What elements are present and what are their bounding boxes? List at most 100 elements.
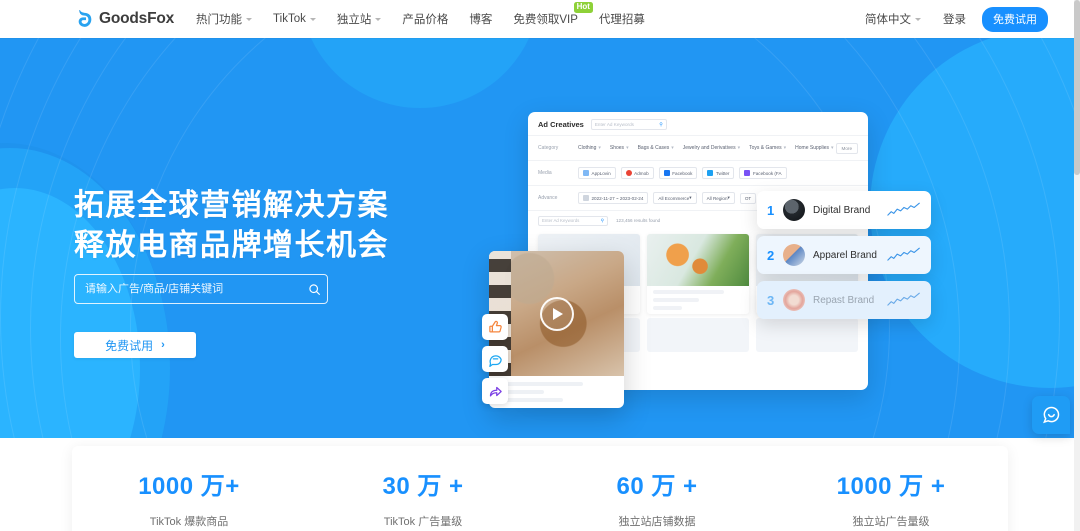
placeholder-line bbox=[653, 290, 725, 294]
avatar bbox=[783, 244, 805, 266]
other-filter-label: OT bbox=[744, 195, 752, 201]
language-label: 简体中文 bbox=[865, 14, 911, 26]
twitter-icon bbox=[707, 170, 714, 176]
applovin-icon bbox=[583, 170, 589, 176]
media-chip[interactable]: Admob bbox=[620, 167, 654, 179]
mockup-result-card[interactable] bbox=[647, 234, 749, 314]
search-icon: ⚲ bbox=[600, 217, 604, 223]
chevron-down-icon: ▾ bbox=[689, 195, 692, 200]
region-filter-label: All Region bbox=[706, 195, 728, 201]
filter-option[interactable]: Toys & Games ▾ bbox=[749, 145, 786, 151]
play-icon[interactable] bbox=[539, 296, 574, 331]
chevron-down-icon: ▾ bbox=[626, 145, 629, 151]
chevron-down-icon: ▾ bbox=[783, 145, 787, 151]
nav-right-group: 简体中文 登录 免费试用 bbox=[865, 6, 1048, 32]
date-range-label: 2022-11-27 ~ 2023-02-24 bbox=[591, 195, 644, 201]
comment-icon[interactable] bbox=[482, 346, 508, 372]
filter-option[interactable]: Bags & Cases ▾ bbox=[638, 145, 674, 151]
mockup-panel-title: Ad Creatives bbox=[538, 120, 584, 129]
chevron-down-icon bbox=[246, 17, 253, 21]
nav-item-free-vip[interactable]: 免费领取VIP Hot bbox=[513, 2, 593, 27]
results-count: 123,456 results found bbox=[616, 218, 661, 223]
rank-card[interactable]: 2 Apparel Brand bbox=[757, 236, 931, 274]
filter-option-label: Clothing bbox=[578, 145, 597, 151]
stats-card: 1000 万+ TikTok 爆款商品 30 万 + TikTok 广告量级 6… bbox=[72, 446, 1008, 531]
mockup-keyword-search[interactable]: Enter Ad Keywords ⚲ bbox=[590, 119, 667, 130]
share-icon[interactable] bbox=[482, 378, 508, 404]
filter-label: Media bbox=[538, 170, 552, 176]
nav-item-independent-site[interactable]: 独立站 bbox=[337, 11, 382, 27]
filter-option-label: Jewelry and Derivatives bbox=[682, 145, 736, 151]
hero-section: 拓展全球营销解决方案 释放电商品牌增长机会 免费试用 › bbox=[0, 38, 1080, 438]
admob-icon bbox=[625, 170, 632, 176]
rank-brand-name: Repast Brand bbox=[813, 294, 875, 306]
media-chip[interactable]: Twitter bbox=[702, 167, 735, 179]
chat-widget-button[interactable] bbox=[1032, 396, 1070, 434]
rank-card[interactable]: 3 Repast Brand bbox=[757, 281, 931, 319]
page-scrollbar-track[interactable] bbox=[1074, 0, 1080, 531]
thumbs-up-icon[interactable] bbox=[482, 314, 508, 340]
mockup-keyword-placeholder: Enter Ad Keywords bbox=[594, 122, 634, 127]
stat-value: 60 万 + bbox=[616, 473, 698, 500]
top-navigation-bar: GoodsFox 热门功能 TikTok 独立站 产品价格 博客 免费领取VIP… bbox=[0, 0, 1080, 38]
rank-number: 1 bbox=[767, 202, 775, 218]
filter-more-button[interactable]: More bbox=[835, 142, 858, 154]
page-scrollbar-thumb[interactable] bbox=[1074, 0, 1080, 175]
facebook-audience-icon bbox=[744, 170, 751, 176]
nav-item-label: 独立站 bbox=[336, 14, 372, 26]
filter-option[interactable]: Clothing ▾ bbox=[578, 145, 601, 151]
video-thumbnail bbox=[489, 251, 624, 376]
free-trial-button[interactable]: 免费试用 bbox=[982, 6, 1048, 32]
video-card-meta bbox=[489, 376, 624, 408]
placeholder-line bbox=[653, 298, 699, 302]
filter-option[interactable]: Jewelry and Derivatives ▾ bbox=[683, 145, 740, 151]
nav-item-blog[interactable]: 博客 bbox=[469, 11, 492, 27]
stat-item: 1000 万+ TikTok 爆款商品 bbox=[72, 446, 306, 531]
chevron-down-icon: ▾ bbox=[671, 145, 674, 151]
nav-item-tiktok[interactable]: TikTok bbox=[273, 13, 316, 25]
page-root: 拓展全球营销解决方案 释放电商品牌增长机会 免费试用 › bbox=[0, 0, 1080, 531]
placeholder-line bbox=[496, 382, 584, 386]
nav-item-pricing[interactable]: 产品价格 bbox=[402, 11, 448, 27]
product-mockup: Ad Creatives Enter Ad Keywords ⚲ Categor… bbox=[0, 38, 1080, 438]
filter-option-label: Home Supplies bbox=[795, 145, 830, 151]
mockup-result-card[interactable] bbox=[756, 318, 858, 352]
other-filter-chip[interactable]: OT bbox=[739, 192, 757, 204]
region-filter-chip[interactable]: All Region ▾ bbox=[701, 192, 735, 204]
media-chip[interactable]: Facebook bbox=[658, 167, 698, 179]
media-chip-label: Admob bbox=[634, 170, 649, 176]
rank-card[interactable]: 1 Digital Brand bbox=[757, 191, 931, 229]
filter-option[interactable]: Home Supplies ▾ bbox=[795, 145, 833, 151]
nav-item-hot-features[interactable]: 热门功能 bbox=[196, 11, 253, 27]
brand-name: GoodsFox bbox=[99, 10, 175, 27]
login-link[interactable]: 登录 bbox=[943, 11, 966, 27]
mockup-results-search[interactable]: Enter Ad Keywords ⚲ bbox=[538, 215, 608, 226]
language-selector[interactable]: 简体中文 bbox=[865, 11, 921, 27]
nav-item-label: 免费领取VIP bbox=[513, 14, 578, 26]
mockup-video-card[interactable] bbox=[489, 251, 624, 408]
social-action-stack bbox=[482, 314, 508, 410]
nav-item-label: 代理招募 bbox=[598, 14, 645, 26]
ecommerce-filter-chip[interactable]: All Ecommerce ▾ bbox=[653, 192, 697, 204]
sparkline-chart bbox=[887, 202, 920, 216]
stat-label: 独立站广告量级 bbox=[852, 516, 930, 528]
mockup-filter-row-media: Media AppLovin Admob Facebook Twitter Fa… bbox=[528, 160, 868, 185]
stat-label: TikTok 爆款商品 bbox=[149, 516, 229, 528]
filter-option[interactable]: Shoes ▾ bbox=[610, 145, 629, 151]
stat-item: 1000 万 + 独立站广告量级 bbox=[774, 446, 1008, 531]
nav-item-agent-recruitment[interactable]: 代理招募 bbox=[599, 11, 645, 27]
media-chip[interactable]: Facebook (FA bbox=[739, 167, 787, 179]
nav-item-label: TikTok bbox=[273, 13, 306, 25]
stat-value: 30 万 + bbox=[382, 473, 464, 500]
mockup-result-card[interactable] bbox=[647, 318, 749, 352]
filter-options: AppLovin Admob Facebook Twitter Facebook… bbox=[578, 167, 858, 179]
brand-logo[interactable]: GoodsFox bbox=[75, 8, 174, 30]
nav-item-label: 热门功能 bbox=[196, 14, 243, 26]
avatar bbox=[783, 199, 805, 221]
media-chip[interactable]: AppLovin bbox=[578, 167, 616, 179]
rank-number: 2 bbox=[767, 247, 775, 263]
chevron-down-icon: ▾ bbox=[598, 145, 601, 151]
placeholder-line bbox=[653, 306, 682, 310]
date-range-chip[interactable]: 2022-11-27 ~ 2023-02-24 bbox=[578, 192, 649, 204]
search-icon: ⚲ bbox=[659, 121, 663, 128]
